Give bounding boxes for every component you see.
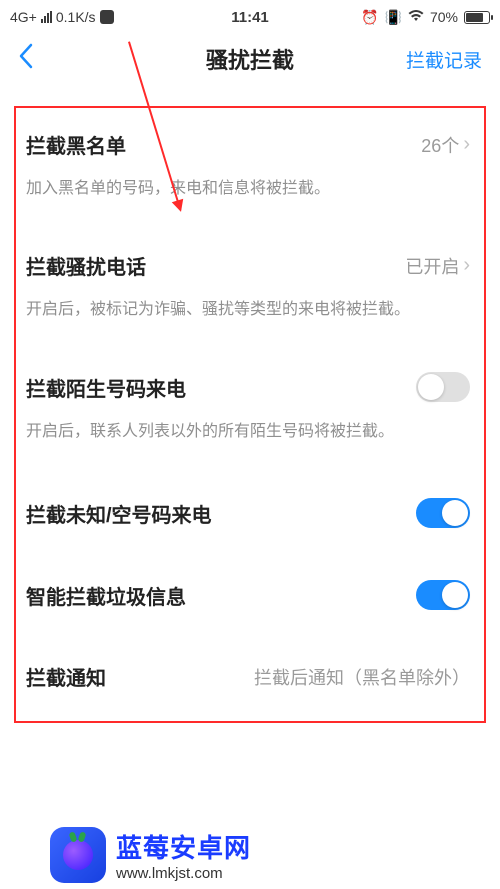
watermark-text: 蓝莓安卓网 www.lmkjst.com [116, 828, 251, 882]
status-left: 4G+ 0.1K/s [10, 9, 114, 25]
header: 骚扰拦截 拦截记录 [0, 30, 500, 88]
row-value: 26个 › [421, 132, 470, 158]
row-title: 拦截黑名单 [26, 130, 126, 159]
row-title: 拦截陌生号码来电 [26, 373, 186, 402]
row-unknown-caller: 拦截陌生号码来电 [16, 350, 484, 420]
watermark-name: 蓝莓安卓网 [116, 828, 251, 865]
row-smart-sms: 智能拦截垃圾信息 [16, 554, 484, 636]
row-notify[interactable]: 拦截通知 拦截后通知（黑名单除外） [16, 636, 484, 717]
settings-list: 拦截黑名单 26个 › 加入黑名单的号码，来电和信息将被拦截。 拦截骚扰电话 已… [14, 106, 486, 723]
row-blacklist[interactable]: 拦截黑名单 26个 › [16, 108, 484, 177]
speed-label: 0.1K/s [56, 9, 96, 25]
wifi-icon [408, 9, 424, 25]
row-desc: 开启后，联系人列表以外的所有陌生号码将被拦截。 [16, 420, 484, 472]
alarm-icon: ⏰ [361, 9, 378, 26]
toggle-unknown-caller[interactable] [416, 372, 470, 402]
row-title: 拦截骚扰电话 [26, 251, 146, 280]
row-spam-calls[interactable]: 拦截骚扰电话 已开启 › [16, 229, 484, 298]
row-title: 智能拦截垃圾信息 [26, 581, 186, 610]
wechat-icon [100, 10, 114, 24]
row-value: 已开启 › [405, 253, 470, 279]
row-desc: 开启后，被标记为诈骗、骚扰等类型的来电将被拦截。 [16, 298, 484, 350]
signal-icon [41, 11, 52, 23]
status-right: ⏰ 📳 70% [361, 9, 490, 26]
clock: 11:41 [231, 9, 269, 26]
vibrate-icon: 📳 [385, 9, 402, 26]
watermark-logo-icon [50, 827, 106, 883]
back-button[interactable] [18, 43, 34, 76]
row-desc: 加入黑名单的号码，来电和信息将被拦截。 [16, 177, 484, 229]
toggle-empty-number[interactable] [416, 498, 470, 528]
chevron-right-icon: › [463, 254, 470, 277]
row-value: 拦截后通知（黑名单除外） [254, 664, 470, 690]
row-title: 拦截未知/空号码来电 [26, 499, 212, 528]
row-title: 拦截通知 [26, 662, 106, 691]
block-log-link[interactable]: 拦截记录 [406, 46, 482, 73]
toggle-smart-sms[interactable] [416, 580, 470, 610]
watermark: 蓝莓安卓网 www.lmkjst.com [0, 821, 500, 889]
battery-pct: 70% [430, 9, 458, 25]
network-label: 4G+ [10, 9, 37, 25]
battery-icon [464, 11, 490, 24]
row-empty-number: 拦截未知/空号码来电 [16, 472, 484, 554]
chevron-right-icon: › [463, 133, 470, 156]
status-bar: 4G+ 0.1K/s 11:41 ⏰ 📳 70% [0, 0, 500, 30]
page-title: 骚扰拦截 [206, 43, 294, 75]
watermark-url: www.lmkjst.com [116, 865, 251, 882]
